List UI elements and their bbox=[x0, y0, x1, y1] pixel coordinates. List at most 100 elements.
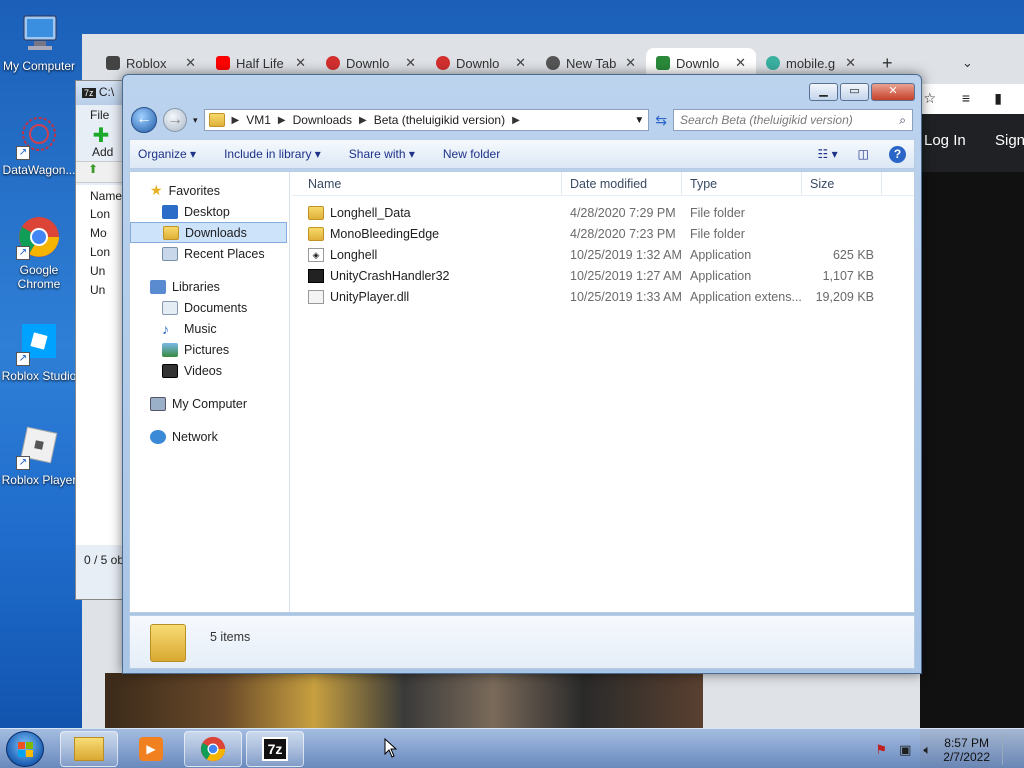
login-link[interactable]: Log In bbox=[924, 132, 966, 149]
crash-handler-icon bbox=[308, 268, 324, 283]
view-options-icon[interactable]: ☷ ▾ bbox=[818, 147, 838, 161]
sevenzip-logo-icon: 7z bbox=[82, 88, 96, 98]
breadcrumb-beta[interactable]: Beta (theluigikid version) bbox=[374, 113, 505, 127]
maximize-button[interactable]: ▭ bbox=[840, 83, 869, 101]
taskbar-7zip-button[interactable]: 7z bbox=[246, 731, 304, 767]
forward-button[interactable]: → bbox=[163, 108, 187, 132]
sevenzip-logo-icon: 7z bbox=[261, 737, 289, 761]
desktop-icon-label: My Computer bbox=[2, 59, 76, 73]
system-tray: ⚑ ▣ 🔈︎ 8:57 PM 2/7/2022 bbox=[876, 735, 1014, 765]
details-pane: 5 items bbox=[129, 615, 915, 669]
desktop-icon-roblox-studio[interactable]: ↗ Roblox Studio bbox=[0, 320, 78, 383]
roblox-favicon-icon bbox=[106, 56, 120, 70]
close-icon[interactable]: ✕ bbox=[625, 55, 636, 71]
signup-link[interactable]: Sign bbox=[995, 132, 1024, 149]
sevenzip-add-button[interactable]: ✚ Add bbox=[76, 125, 126, 161]
show-desktop-button[interactable] bbox=[1002, 735, 1014, 765]
close-button[interactable]: ✕ bbox=[871, 83, 915, 101]
organize-button[interactable]: Organize ▾ bbox=[138, 147, 196, 161]
recent-pages-chevron-icon[interactable]: ▾ bbox=[193, 115, 198, 126]
mega-favicon-icon bbox=[436, 56, 450, 70]
nav-music[interactable]: ♪ Music bbox=[130, 318, 289, 339]
documents-icon bbox=[162, 300, 178, 315]
taskbar: ▶ 7z ⚑ ▣ 🔈︎ 8:57 PM 2/7/2022 bbox=[0, 728, 1024, 768]
start-button[interactable] bbox=[6, 731, 44, 767]
breadcrumb-arrow-icon[interactable]: ▶ bbox=[278, 115, 286, 126]
address-bar[interactable]: ▶ VM1 ▶ Downloads ▶ Beta (theluigikid ve… bbox=[203, 109, 650, 131]
taskbar-media-player-button[interactable]: ▶ bbox=[122, 731, 180, 767]
table-row[interactable]: UnityCrashHandler32 10/25/2019 1:27 AM A… bbox=[292, 265, 914, 286]
table-row[interactable]: MonoBleedingEdge 4/28/2020 7:23 PM File … bbox=[292, 223, 914, 244]
nav-desktop[interactable]: Desktop bbox=[130, 201, 289, 222]
column-header-name[interactable]: Name bbox=[292, 171, 562, 196]
chrome-icon: ↗ bbox=[16, 214, 62, 260]
refresh-icon[interactable]: ⇆ bbox=[655, 112, 667, 129]
minimize-button[interactable]: ▁ bbox=[809, 83, 838, 101]
nav-pictures[interactable]: Pictures bbox=[130, 339, 289, 360]
share-with-button[interactable]: Share with ▾ bbox=[349, 147, 415, 161]
desktop-icon-google-chrome[interactable]: ↗ Google Chrome bbox=[0, 214, 78, 291]
action-center-flag-icon[interactable]: ⚑ bbox=[876, 742, 888, 758]
close-icon[interactable]: ✕ bbox=[515, 55, 526, 71]
desktop-icon-label: DataWagon... bbox=[2, 163, 76, 177]
include-in-library-button[interactable]: Include in library ▾ bbox=[224, 147, 321, 161]
column-header-size[interactable]: Size bbox=[802, 171, 882, 196]
chrome-favicon-icon bbox=[546, 56, 560, 70]
column-header-date[interactable]: Date modified bbox=[562, 171, 682, 196]
mega-favicon-icon bbox=[326, 56, 340, 70]
folder-icon bbox=[308, 226, 324, 241]
new-folder-button[interactable]: New folder bbox=[443, 147, 500, 161]
window-controls: ▁ ▭ ✕ bbox=[809, 83, 915, 101]
breadcrumb-arrow-icon[interactable]: ▶ bbox=[359, 115, 367, 126]
volume-icon[interactable]: 🔈︎ bbox=[923, 742, 931, 758]
desktop-icon-my-computer[interactable]: My Computer bbox=[0, 10, 78, 73]
search-input[interactable]: Search Beta (theluigikid version) ⌕ bbox=[673, 109, 913, 131]
folder-up-icon[interactable]: ⬆ bbox=[88, 162, 98, 176]
side-panel-icon[interactable]: ▮ bbox=[994, 90, 1002, 107]
preview-pane-icon[interactable]: ◫ bbox=[858, 147, 869, 161]
site-content bbox=[920, 172, 1024, 768]
breadcrumb-downloads[interactable]: Downloads bbox=[293, 113, 352, 127]
close-icon[interactable]: ✕ bbox=[845, 55, 856, 71]
close-icon[interactable]: ✕ bbox=[185, 55, 196, 71]
nav-recent-places[interactable]: Recent Places bbox=[130, 243, 289, 264]
nav-favorites[interactable]: ★ Favorites bbox=[130, 180, 289, 201]
nav-videos[interactable]: Videos bbox=[130, 360, 289, 381]
breadcrumb-arrow-icon[interactable]: ▶ bbox=[512, 115, 520, 126]
breadcrumb-vm1[interactable]: VM1 bbox=[246, 113, 271, 127]
breadcrumb-arrow-icon[interactable]: ▶ bbox=[232, 115, 240, 126]
address-dropdown-icon[interactable]: ▼ bbox=[634, 115, 644, 126]
nav-libraries[interactable]: Libraries bbox=[130, 276, 289, 297]
search-icon: ⌕ bbox=[899, 112, 906, 127]
table-row[interactable]: UnityPlayer.dll 10/25/2019 1:33 AM Appli… bbox=[292, 286, 914, 307]
clock[interactable]: 8:57 PM 2/7/2022 bbox=[943, 736, 990, 764]
taskbar-explorer-button[interactable] bbox=[60, 731, 118, 767]
network-icon bbox=[150, 429, 166, 444]
computer-icon bbox=[16, 10, 62, 56]
desktop-icon-datawagon[interactable]: ↗ DataWagon... bbox=[0, 114, 78, 177]
music-icon: ♪ bbox=[162, 320, 169, 337]
item-count: 5 items bbox=[210, 630, 251, 644]
table-row[interactable]: Longhell_Data 4/28/2020 7:29 PM File fol… bbox=[292, 202, 914, 223]
back-button[interactable]: ← bbox=[131, 107, 157, 133]
roblox-studio-icon: ↗ bbox=[16, 320, 62, 366]
close-icon[interactable]: ✕ bbox=[295, 55, 306, 71]
close-icon[interactable]: ✕ bbox=[405, 55, 416, 71]
desktop-icon-roblox-player[interactable]: ↗ Roblox Player bbox=[0, 424, 78, 487]
table-row[interactable]: ◈ Longhell 10/25/2019 1:32 AM Application… bbox=[292, 244, 914, 265]
network-status-icon[interactable]: ▣ bbox=[899, 742, 911, 758]
close-icon[interactable]: ✕ bbox=[735, 55, 746, 71]
nav-my-computer[interactable]: My Computer bbox=[130, 393, 289, 414]
mobile-favicon-icon bbox=[766, 56, 780, 70]
help-icon[interactable]: ? bbox=[889, 145, 906, 163]
taskbar-chrome-button[interactable] bbox=[184, 731, 242, 767]
tab-search-chevron-icon[interactable]: ⌄ bbox=[952, 48, 982, 78]
nav-documents[interactable]: Documents bbox=[130, 297, 289, 318]
star-icon[interactable]: ☆ bbox=[923, 90, 936, 107]
nav-network[interactable]: Network bbox=[130, 426, 289, 447]
nav-downloads[interactable]: Downloads bbox=[130, 222, 287, 243]
navigation-pane: ★ Favorites Desktop Downloads Recent Pla… bbox=[130, 172, 290, 612]
reading-list-icon[interactable]: ≡ bbox=[962, 90, 970, 106]
column-header-type[interactable]: Type bbox=[682, 171, 802, 196]
recent-places-icon bbox=[162, 246, 178, 261]
